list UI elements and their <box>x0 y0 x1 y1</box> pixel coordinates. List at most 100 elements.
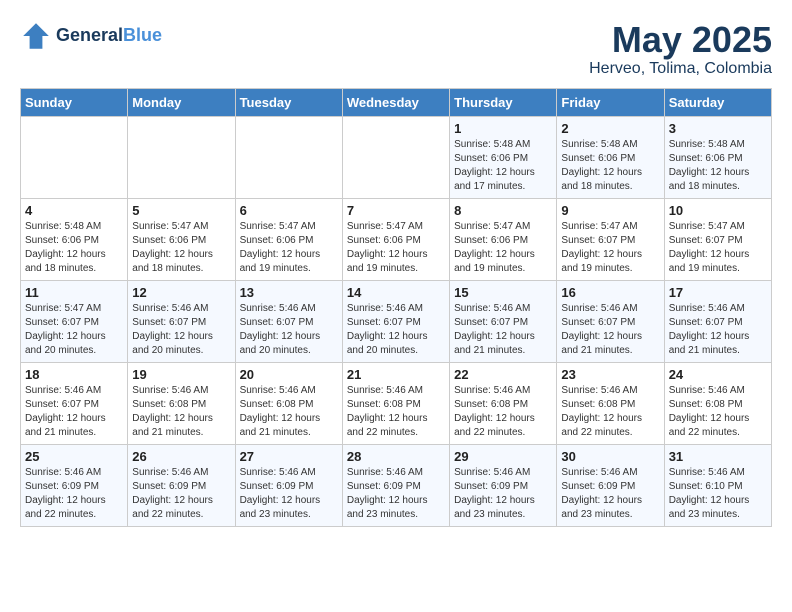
weekday-saturday: Saturday <box>664 88 771 116</box>
logo-icon <box>20 20 52 52</box>
day-number: 19 <box>132 367 230 382</box>
cell-sunrise-info: Sunrise: 5:46 AM Sunset: 6:09 PM Dayligh… <box>347 466 445 522</box>
day-number: 25 <box>25 449 123 464</box>
cell-sunrise-info: Sunrise: 5:46 AM Sunset: 6:08 PM Dayligh… <box>132 384 230 440</box>
title-block: May 2025 Herveo, Tolima, Colombia <box>589 20 772 78</box>
day-number: 14 <box>347 285 445 300</box>
cell-sunrise-info: Sunrise: 5:48 AM Sunset: 6:06 PM Dayligh… <box>25 220 123 276</box>
cell-sunrise-info: Sunrise: 5:46 AM Sunset: 6:08 PM Dayligh… <box>240 384 338 440</box>
day-number: 28 <box>347 449 445 464</box>
day-number: 9 <box>561 203 659 218</box>
day-number: 31 <box>669 449 767 464</box>
month-title: May 2025 <box>589 20 772 60</box>
cell-sunrise-info: Sunrise: 5:48 AM Sunset: 6:06 PM Dayligh… <box>669 138 767 194</box>
day-number: 6 <box>240 203 338 218</box>
calendar-cell: 25Sunrise: 5:46 AM Sunset: 6:09 PM Dayli… <box>21 444 128 526</box>
cell-sunrise-info: Sunrise: 5:47 AM Sunset: 6:06 PM Dayligh… <box>240 220 338 276</box>
day-number: 20 <box>240 367 338 382</box>
calendar-cell: 13 Sunrise: 5:46 AM Sunset: 6:07 PM Dayli… <box>235 280 342 362</box>
day-number: 8 <box>454 203 552 218</box>
cell-sunrise-info: Sunrise: 5:46 AM Sunset: 6:09 PM Dayligh… <box>132 466 230 522</box>
day-number: 26 <box>132 449 230 464</box>
page-header: GeneralBlue May 2025 Herveo, Tolima, Col… <box>20 20 772 78</box>
cell-sunrise-info: Sunrise: 5:46 AM Sunset: 6:07 PM Dayligh… <box>561 302 659 358</box>
cell-sunrise-info: Sunrise: 5:47 AM Sunset: 6:07 PM Dayligh… <box>669 220 767 276</box>
weekday-friday: Friday <box>557 88 664 116</box>
cell-sunrise-info: Sunrise: 5:46 AM Sunset: 6:07 PM Dayligh… <box>25 384 123 440</box>
calendar-cell <box>235 116 342 198</box>
weekday-tuesday: Tuesday <box>235 88 342 116</box>
day-number: 16 <box>561 285 659 300</box>
calendar-week-4: 25 Sunrise: 5:46 AM Sunset: 6:09 PM Dayli… <box>21 444 772 526</box>
location-subtitle: Herveo, Tolima, Colombia <box>589 60 772 78</box>
day-number: 7 <box>347 203 445 218</box>
cell-sunrise-info: Sunrise: 5:48 AM Sunset: 6:06 PM Dayligh… <box>454 138 552 194</box>
calendar-cell <box>128 116 235 198</box>
calendar-cell: 14 Sunrise: 5:46 AM Sunset: 6:07 PM Dayli… <box>342 280 449 362</box>
calendar-week-2: 11 Sunrise: 5:47 AM Sunset: 6:07 PM Dayli… <box>21 280 772 362</box>
cell-sunrise-info: Sunrise: 5:46 AM Sunset: 6:08 PM Dayligh… <box>669 384 767 440</box>
calendar-cell: 16 Sunrise: 5:46 AM Sunset: 6:07 PM Dayli… <box>557 280 664 362</box>
cell-sunrise-info: Sunrise: 5:46 AM Sunset: 6:08 PM Dayligh… <box>347 384 445 440</box>
calendar-cell: 19 Sunrise: 5:46 AM Sunset: 6:08 PM Dayli… <box>128 362 235 444</box>
calendar-week-3: 18 Sunrise: 5:46 AM Sunset: 6:07 PM Dayli… <box>21 362 772 444</box>
day-number: 27 <box>240 449 338 464</box>
calendar-cell: 27 Sunrise: 5:46 AM Sunset: 6:09 PM Dayli… <box>235 444 342 526</box>
day-number: 13 <box>240 285 338 300</box>
cell-sunrise-info: Sunrise: 5:47 AM Sunset: 6:07 PM Dayligh… <box>561 220 659 276</box>
calendar-cell: 6 Sunrise: 5:47 AM Sunset: 6:06 PM Daylig… <box>235 198 342 280</box>
day-number: 4 <box>25 203 123 218</box>
day-number: 2 <box>561 121 659 136</box>
calendar-cell: 11 Sunrise: 5:47 AM Sunset: 6:07 PM Dayli… <box>21 280 128 362</box>
day-number: 1 <box>454 121 552 136</box>
calendar-cell: 26 Sunrise: 5:46 AM Sunset: 6:09 PM Dayli… <box>128 444 235 526</box>
day-number: 12 <box>132 285 230 300</box>
calendar-cell: 30 Sunrise: 5:46 AM Sunset: 6:09 PM Dayli… <box>557 444 664 526</box>
cell-sunrise-info: Sunrise: 5:47 AM Sunset: 6:06 PM Dayligh… <box>454 220 552 276</box>
calendar-cell: 22Sunrise: 5:46 AM Sunset: 6:08 PM Dayli… <box>450 362 557 444</box>
day-number: 18 <box>25 367 123 382</box>
calendar-cell: 9 Sunrise: 5:47 AM Sunset: 6:07 PM Daylig… <box>557 198 664 280</box>
calendar-cell: 31 Sunrise: 5:46 AM Sunset: 6:10 PM Dayli… <box>664 444 771 526</box>
day-number: 29 <box>454 449 552 464</box>
cell-sunrise-info: Sunrise: 5:46 AM Sunset: 6:07 PM Dayligh… <box>240 302 338 358</box>
calendar-body: 1 Sunrise: 5:48 AM Sunset: 6:06 PM Daylig… <box>21 116 772 526</box>
logo-text: GeneralBlue <box>56 26 162 46</box>
calendar-cell: 28 Sunrise: 5:46 AM Sunset: 6:09 PM Dayli… <box>342 444 449 526</box>
cell-sunrise-info: Sunrise: 5:46 AM Sunset: 6:09 PM Dayligh… <box>240 466 338 522</box>
day-number: 11 <box>25 285 123 300</box>
weekday-wednesday: Wednesday <box>342 88 449 116</box>
cell-sunrise-info: Sunrise: 5:46 AM Sunset: 6:07 PM Dayligh… <box>454 302 552 358</box>
weekday-header-row: SundayMondayTuesdayWednesdayThursdayFrid… <box>21 88 772 116</box>
calendar-cell: 2 Sunrise: 5:48 AM Sunset: 6:06 PM Daylig… <box>557 116 664 198</box>
calendar-cell: 8 Sunrise: 5:47 AM Sunset: 6:06 PM Daylig… <box>450 198 557 280</box>
calendar-cell: 29Sunrise: 5:46 AM Sunset: 6:09 PM Dayli… <box>450 444 557 526</box>
weekday-thursday: Thursday <box>450 88 557 116</box>
calendar-cell: 3 Sunrise: 5:48 AM Sunset: 6:06 PM Daylig… <box>664 116 771 198</box>
calendar-cell: 20 Sunrise: 5:46 AM Sunset: 6:08 PM Dayli… <box>235 362 342 444</box>
cell-sunrise-info: Sunrise: 5:46 AM Sunset: 6:10 PM Dayligh… <box>669 466 767 522</box>
day-number: 15 <box>454 285 552 300</box>
calendar-cell: 12 Sunrise: 5:46 AM Sunset: 6:07 PM Dayli… <box>128 280 235 362</box>
day-number: 10 <box>669 203 767 218</box>
cell-sunrise-info: Sunrise: 5:46 AM Sunset: 6:07 PM Dayligh… <box>669 302 767 358</box>
calendar-cell: 15 Sunrise: 5:46 AM Sunset: 6:07 PM Dayli… <box>450 280 557 362</box>
cell-sunrise-info: Sunrise: 5:48 AM Sunset: 6:06 PM Dayligh… <box>561 138 659 194</box>
calendar-cell: 4 Sunrise: 5:48 AM Sunset: 6:06 PM Daylig… <box>21 198 128 280</box>
day-number: 3 <box>669 121 767 136</box>
cell-sunrise-info: Sunrise: 5:47 AM Sunset: 6:07 PM Dayligh… <box>25 302 123 358</box>
day-number: 5 <box>132 203 230 218</box>
day-number: 30 <box>561 449 659 464</box>
calendar-week-1: 4 Sunrise: 5:48 AM Sunset: 6:06 PM Daylig… <box>21 198 772 280</box>
cell-sunrise-info: Sunrise: 5:47 AM Sunset: 6:06 PM Dayligh… <box>132 220 230 276</box>
cell-sunrise-info: Sunrise: 5:46 AM Sunset: 6:07 PM Dayligh… <box>132 302 230 358</box>
calendar-week-0: 1 Sunrise: 5:48 AM Sunset: 6:06 PM Daylig… <box>21 116 772 198</box>
cell-sunrise-info: Sunrise: 5:46 AM Sunset: 6:07 PM Dayligh… <box>347 302 445 358</box>
calendar-cell <box>21 116 128 198</box>
calendar-cell: 24Sunrise: 5:46 AM Sunset: 6:08 PM Dayli… <box>664 362 771 444</box>
cell-sunrise-info: Sunrise: 5:46 AM Sunset: 6:08 PM Dayligh… <box>454 384 552 440</box>
calendar-cell: 23Sunrise: 5:46 AM Sunset: 6:08 PM Dayli… <box>557 362 664 444</box>
weekday-monday: Monday <box>128 88 235 116</box>
day-number: 17 <box>669 285 767 300</box>
cell-sunrise-info: Sunrise: 5:46 AM Sunset: 6:09 PM Dayligh… <box>561 466 659 522</box>
